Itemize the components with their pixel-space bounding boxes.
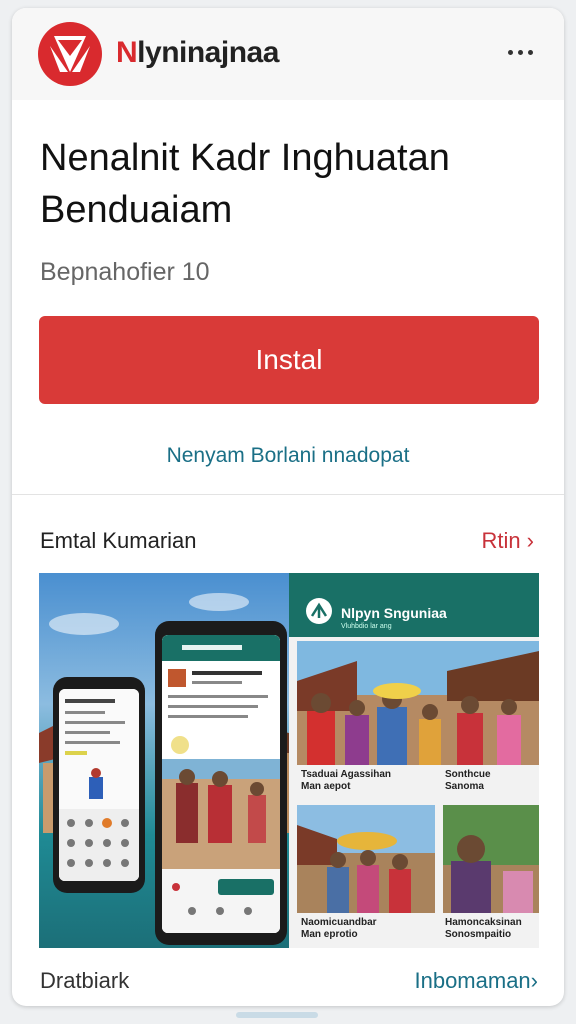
feed-photo[interactable] (297, 805, 435, 913)
feed-photo[interactable] (443, 805, 539, 913)
app-title: Nenalnit Kadr Inghuatan Benduaiam (40, 137, 450, 231)
install-button[interactable]: Instal (39, 316, 539, 404)
phone-mockup-small (53, 677, 145, 893)
screenshots-more-link[interactable]: Rtin › (481, 528, 534, 554)
photo-caption: Tsaduai Agassihan Man aepot (301, 769, 392, 792)
app-install-card: Nlyninajnaa Nenalnit Kadr Inghuatan Bend… (12, 8, 564, 1006)
more-dots-icon[interactable] (500, 36, 540, 68)
toolbar: Nlpyn Snguniaa Vluhbdio lar ang (289, 591, 539, 637)
secondary-link[interactable]: Nenyam Borlani nnadopat (12, 444, 564, 468)
home-indicator[interactable] (236, 1012, 318, 1018)
screenshot-phones (39, 573, 289, 948)
app-logo-icon (38, 22, 102, 86)
photo-caption: Naomicuandbar Man eprotio (301, 917, 377, 940)
screenshot-app-feed: Nlpyn Snguniaa Vluhbdio lar ang Tsaduai … (289, 573, 539, 948)
screenshots-carousel[interactable]: Nlpyn Snguniaa Vluhbdio lar ang Tsaduai … (39, 573, 539, 948)
divider (12, 494, 564, 495)
app-logo-icon (306, 598, 332, 624)
brand-name: Nlyninajnaa (116, 36, 279, 69)
footer-more-link[interactable]: Inbomaman› (414, 968, 538, 994)
status-bar (289, 573, 539, 591)
feed-photo[interactable] (297, 641, 539, 765)
app-subtitle: Bepnahofier 10 (40, 258, 210, 286)
photo-caption: Sonthcue Sanoma (445, 769, 491, 792)
phone-mockup-large (155, 621, 287, 945)
photo-caption: Hamoncaksinan Sonosmpaitio (445, 917, 522, 940)
app-header: Nlyninajnaa (12, 8, 564, 100)
screenshots-title: Emtal Kumarian (40, 528, 197, 553)
footer-label: Dratbiark (40, 968, 130, 993)
